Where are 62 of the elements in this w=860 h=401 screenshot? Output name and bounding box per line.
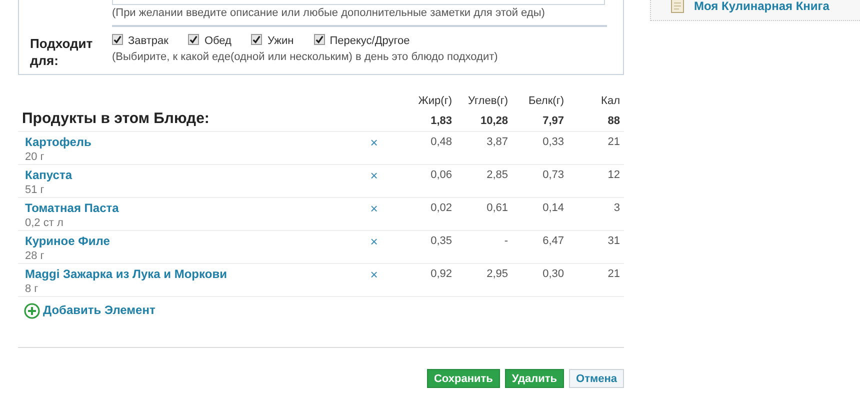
total-value: 1,83	[430, 115, 452, 127]
remove-button[interactable]: ×	[364, 135, 384, 150]
column-header: Кал	[601, 95, 620, 107]
table-cell-text: 21	[606, 267, 621, 280]
remove-button[interactable]: ×	[364, 267, 384, 282]
table-cell-text: 0,73	[542, 168, 565, 181]
table-cell-text: 6,47	[542, 234, 565, 247]
product-link[interactable]: Томатная Паста	[25, 201, 364, 215]
total-value: 10,28	[480, 115, 508, 127]
table-cell-text: 21	[606, 135, 621, 148]
add-item-link[interactable]: Добавить Элемент	[43, 303, 156, 317]
meal-label: Завтрак	[128, 35, 168, 47]
meal-label: Перекус/Другое	[330, 35, 410, 47]
table-cell-text: 0,33	[542, 135, 565, 148]
product-link[interactable]: Куриное Филе	[25, 234, 364, 248]
table-cell-text: 0,02	[430, 201, 453, 214]
cookbook-link[interactable]: Моя Кулинарная Книга	[694, 0, 830, 13]
total-value: 88	[608, 115, 620, 127]
table-cell-text: 3,87	[486, 135, 509, 148]
table-cell-text: 0,48	[430, 135, 453, 148]
column-header: Белк(г)	[528, 95, 564, 107]
products-title: Продукты в этом Блюде:	[21, 110, 210, 127]
meals-hint: (Выбирите, к какой еде(одной или нескольким) в день это блюдо подходит)	[112, 51, 498, 63]
table-cell-text: 3	[612, 201, 621, 214]
description-hint: (При желании введите описание или любые дополнительные заметки для этой еды)	[112, 7, 607, 27]
table-cell-text: 0,35	[430, 234, 453, 247]
form-button[interactable]: Сохранить	[426, 369, 500, 388]
meal-checkbox[interactable]	[314, 34, 325, 44]
meal-checkbox[interactable]	[251, 34, 262, 44]
product-link[interactable]: Картофель	[25, 135, 364, 149]
product-link[interactable]: Капуста	[25, 168, 364, 182]
product-amount: 51 г	[25, 184, 46, 196]
product-amount: 20 г	[25, 151, 46, 163]
total-value: 7,97	[542, 115, 564, 127]
meal-checkbox[interactable]	[112, 34, 123, 44]
remove-button[interactable]: ×	[364, 168, 384, 183]
remove-button[interactable]: ×	[364, 234, 384, 249]
table-cell-text: 0,92	[430, 267, 453, 280]
form-button[interactable]: Удалить	[504, 369, 564, 388]
meal-label: Ужин	[267, 35, 294, 47]
column-header: Жир(г)	[418, 95, 452, 107]
table-cell-text: 2,85	[486, 168, 509, 181]
table-cell-text: 0,61	[486, 201, 509, 214]
table-cell-text: 12	[606, 168, 621, 181]
remove-button[interactable]: ×	[364, 201, 384, 216]
book-icon	[671, 0, 684, 13]
product-amount: 0,2 ст л	[25, 217, 64, 229]
table-cell-text: 2,95	[486, 267, 509, 280]
table-cell-text: 31	[606, 234, 621, 247]
meal-checkbox[interactable]	[188, 34, 200, 44]
table-cell-text: 0,14	[542, 201, 565, 214]
product-link[interactable]: Maggi Зажарка из Лука и Моркови	[25, 267, 364, 281]
meal-label: Обед	[204, 35, 232, 47]
form-button[interactable]: Отмена	[569, 369, 624, 388]
table-cell-text: -	[503, 234, 509, 247]
product-amount: 8 г	[25, 283, 40, 295]
plus-icon	[24, 303, 40, 319]
suitable-label: Подходит для:	[30, 35, 94, 69]
table-cell-text: 0,30	[542, 267, 565, 280]
column-header: Углев(г)	[468, 95, 508, 107]
table-cell-text: 0,06	[430, 168, 453, 181]
product-amount: 28 г	[25, 250, 46, 262]
